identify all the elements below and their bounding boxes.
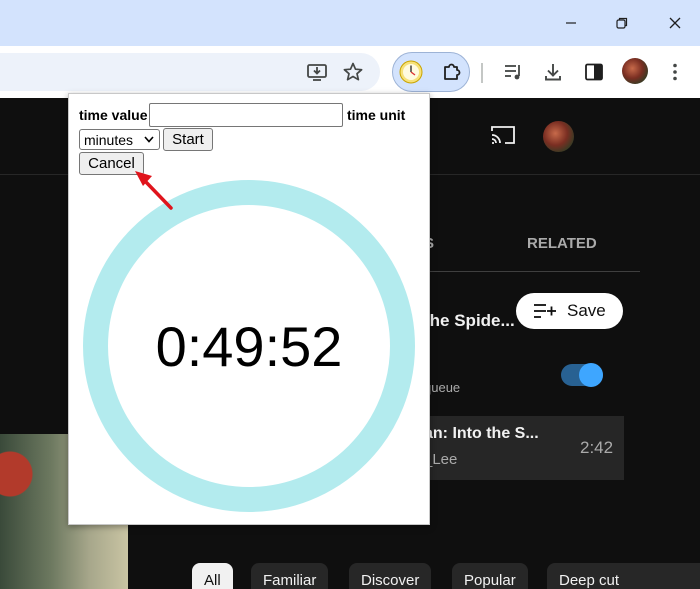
- timer-extension-popup: time value time unit minutes Start Cance…: [68, 93, 430, 525]
- playlist-add-icon: [534, 304, 556, 318]
- video-title-fragment[interactable]: the Spide...: [424, 311, 515, 331]
- start-button[interactable]: Start: [163, 128, 213, 151]
- playlist-item-title: an: Into the S...: [424, 425, 539, 442]
- close-icon[interactable]: [660, 8, 690, 38]
- browser-toolbar: [0, 46, 700, 98]
- save-button[interactable]: Save: [516, 293, 623, 329]
- side-panel-icon[interactable]: [579, 57, 609, 87]
- chip-discover[interactable]: Discover: [349, 563, 432, 589]
- chip-all[interactable]: All: [192, 563, 233, 589]
- youtube-account-avatar[interactable]: [543, 121, 574, 152]
- extensions-puzzle-icon[interactable]: [437, 57, 467, 87]
- cast-icon[interactable]: [490, 124, 516, 151]
- more-menu-icon[interactable]: [660, 57, 690, 87]
- chip-popular[interactable]: Popular: [452, 563, 528, 589]
- time-unit-label: time unit: [347, 107, 406, 123]
- browser-title-bar: [0, 0, 700, 46]
- autoplay-toggle-knob[interactable]: [579, 363, 603, 387]
- save-label: Save: [567, 301, 606, 320]
- media-controls-icon[interactable]: [498, 57, 528, 87]
- time-unit-select[interactable]: minutes: [79, 129, 160, 150]
- time-value-label: time value: [79, 107, 148, 123]
- cancel-button[interactable]: Cancel: [79, 152, 144, 175]
- playlist-item-duration: 2:42: [580, 438, 614, 457]
- toolbar-separator: [481, 63, 483, 83]
- time-unit-selected: minutes: [84, 131, 134, 148]
- restore-icon[interactable]: [607, 8, 637, 38]
- chip-familiar[interactable]: Familiar: [251, 563, 329, 589]
- profile-avatar[interactable]: [622, 58, 648, 84]
- chevron-down-icon: [144, 136, 154, 143]
- timer-extension-icon[interactable]: [396, 57, 426, 87]
- minimize-icon[interactable]: [556, 8, 586, 38]
- tab-related[interactable]: RELATED: [527, 235, 597, 252]
- bookmark-star-icon[interactable]: [338, 57, 368, 87]
- timer-display: 0:49:52: [155, 314, 343, 378]
- tabs-divider: [430, 271, 640, 272]
- download-icon[interactable]: [538, 57, 568, 87]
- time-value-input[interactable]: [149, 103, 343, 127]
- chip-deep-cuts[interactable]: Deep cut: [547, 563, 700, 589]
- install-app-icon[interactable]: [302, 57, 332, 87]
